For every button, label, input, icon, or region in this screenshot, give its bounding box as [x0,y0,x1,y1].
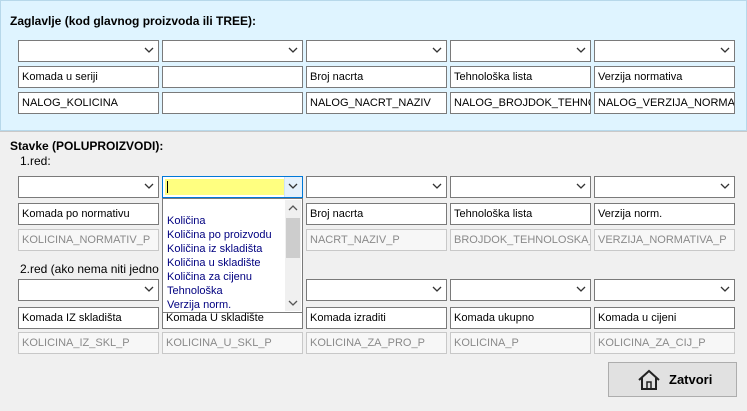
chevron-down-icon [432,45,442,55]
header-combo-1[interactable] [18,40,159,62]
row1-label-3[interactable]: Broj nacrta [306,203,447,225]
row1-label: 1.red: [20,154,51,168]
header-field-2[interactable] [162,92,303,114]
dropdown-scrollbar[interactable] [285,200,301,311]
row2-field-2[interactable]: KOLICINA_U_SKL_P [162,332,303,354]
row2-combo-3[interactable] [306,279,447,301]
chevron-down-icon [576,181,586,191]
row2-combo-1[interactable] [18,279,159,301]
row1-combo-2[interactable] [162,176,303,198]
row1-label-4[interactable]: Tehnološka lista [450,203,591,225]
header-label-1[interactable]: Komada u seriji [18,66,159,88]
row2-label-4[interactable]: Komada ukupno [450,307,591,329]
header-field-1[interactable]: NALOG_KOLICINA [18,92,159,114]
header-label-4[interactable]: Tehnološka lista [450,66,591,88]
row1-field-3[interactable]: NACRT_NAZIV_P [306,229,447,251]
row1-field-4[interactable]: BROJDOK_TEHNOLOSKA_P [450,229,591,251]
row1-combo-1[interactable] [18,176,159,198]
home-icon [637,369,661,391]
chevron-down-icon [720,181,730,191]
row2-field-3[interactable]: KOLICINA_ZA_PRO_P [306,332,447,354]
combo-edit-field[interactable] [165,179,285,195]
header-title: Zaglavlje (kod glavnog proizvoda ili TRE… [10,14,257,28]
chevron-down-icon [432,284,442,294]
header-combo-2[interactable] [162,40,303,62]
row2-label-1[interactable]: Komada IZ skladišta [18,307,159,329]
dropdown-item[interactable]: Količina za cijenu [165,270,285,284]
dropdown-item[interactable]: Količina po proizvodu [165,228,285,242]
row1-combo-5[interactable] [594,176,735,198]
dropdown-item[interactable]: Tehnološka [165,284,285,298]
header-field-4[interactable]: NALOG_BROJDOK_TEHNOL [450,92,591,114]
combo-dropdown-list[interactable]: Količina Količina po proizvodu Količina … [162,198,303,313]
header-combo-4[interactable] [450,40,591,62]
header-label-3[interactable]: Broj nacrta [306,66,447,88]
row1-field-5[interactable]: VERZIJA_NORMATIVA_P [594,229,735,251]
chevron-down-icon [720,284,730,294]
row2-label-3[interactable]: Komada izraditi [306,307,447,329]
header-field-3[interactable]: NALOG_NACRT_NAZIV [306,92,447,114]
chevron-down-icon [288,181,298,191]
chevron-down-icon [144,45,154,55]
chevron-down-icon [576,284,586,294]
chevron-down-icon [432,181,442,191]
chevron-down-icon [576,45,586,55]
row2-field-5[interactable]: KOLICINA_ZA_CIJ_P [594,332,735,354]
row2-label-5[interactable]: Komada u cijeni [594,307,735,329]
row1-combo-4[interactable] [450,176,591,198]
header-label-2[interactable] [162,66,303,88]
stavke-title: Stavke (POLUPROIZVODI): [10,139,164,153]
dropdown-item[interactable]: Verzija norm. [165,298,285,312]
row1-combo-3[interactable] [306,176,447,198]
chevron-down-icon [288,45,298,55]
header-field-5[interactable]: NALOG_VERZIJA_NORMAT [594,92,735,114]
row1-label-1[interactable]: Komada po normativu [18,203,159,225]
dropdown-item[interactable]: Količina [165,214,285,228]
close-button-label: Zatvori [669,372,713,387]
chevron-down-icon [144,284,154,294]
row1-label-5[interactable]: Verzija norm. [594,203,735,225]
row2-label: 2.red (ako nema niti jedno [20,262,159,276]
header-label-5[interactable]: Verzija normativa [594,66,735,88]
header-combo-3[interactable] [306,40,447,62]
scrollbar-thumb[interactable] [286,218,300,258]
row2-field-4[interactable]: KOLICINA_P [450,332,591,354]
row2-combo-5[interactable] [594,279,735,301]
row1-field-1[interactable]: KOLICINA_NORMATIV_P [18,229,159,251]
close-button[interactable]: Zatvori [608,362,737,397]
dropdown-item[interactable]: Količina iz skladišta [165,242,285,256]
header-combo-5[interactable] [594,40,735,62]
chevron-down-icon [144,181,154,191]
row2-combo-4[interactable] [450,279,591,301]
chevron-down-icon [720,45,730,55]
row2-field-1[interactable]: KOLICINA_IZ_SKL_P [18,332,159,354]
scroll-down-icon[interactable] [285,295,301,311]
dropdown-item[interactable]: Količina u skladište [165,256,285,270]
scroll-up-icon[interactable] [285,200,301,216]
